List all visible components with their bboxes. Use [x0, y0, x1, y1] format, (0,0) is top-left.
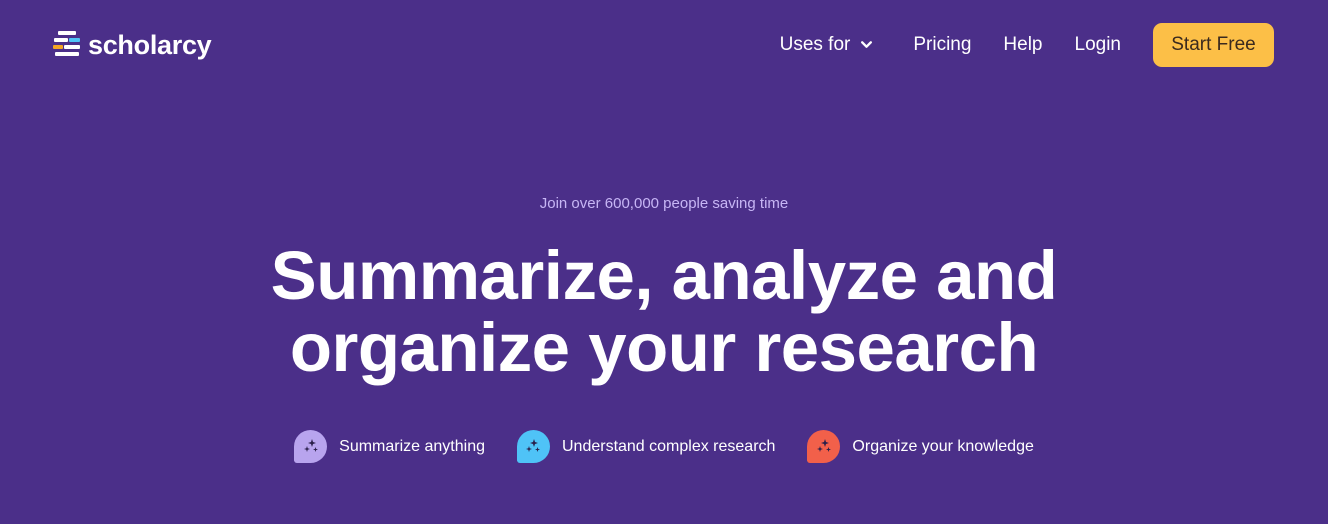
- sparkle-bubble-icon: [516, 430, 550, 463]
- feature-understand: Understand complex research: [516, 430, 776, 463]
- feature-label: Understand complex research: [561, 437, 776, 455]
- feature-organize: Organize your knowledge: [807, 430, 1034, 463]
- chevron-down-icon: [861, 40, 873, 48]
- sparkle-bubble-icon: [807, 430, 841, 463]
- scholarcy-logo[interactable]: scholarcy: [52, 29, 212, 61]
- nav-link-help[interactable]: Help: [1003, 34, 1042, 56]
- feature-label: Organize your knowledge: [852, 437, 1034, 455]
- nav-link-login[interactable]: Login: [1075, 34, 1122, 56]
- start-free-button[interactable]: Start Free: [1153, 23, 1274, 67]
- headline-line-2: organize your research: [289, 309, 1039, 386]
- logo-mark-icon: [52, 30, 82, 60]
- sparkle-bubble-icon: [294, 430, 328, 463]
- logo-text: scholarcy: [88, 29, 212, 60]
- hero-kicker: Join over 600,000 people saving time: [539, 195, 789, 212]
- nav-link-uses-for-label: Uses for: [779, 34, 851, 55]
- feature-label: Summarize anything: [339, 437, 485, 455]
- feature-summarize: Summarize anything: [294, 430, 485, 463]
- feature-list: Summarize anything Understand complex re…: [0, 430, 1328, 463]
- nav-link-pricing[interactable]: Pricing: [913, 34, 971, 56]
- nav-links: Features Uses for Pricing Help Login Sta…: [780, 23, 1274, 67]
- nav-link-uses-for[interactable]: Uses for: [780, 34, 874, 56]
- headline-line-1: Summarize, analyze and: [270, 237, 1058, 314]
- top-navigation: scholarcy Features Uses for Pricing Help…: [0, 0, 1328, 90]
- hero-headline: Summarize, analyze and organize your res…: [0, 240, 1328, 384]
